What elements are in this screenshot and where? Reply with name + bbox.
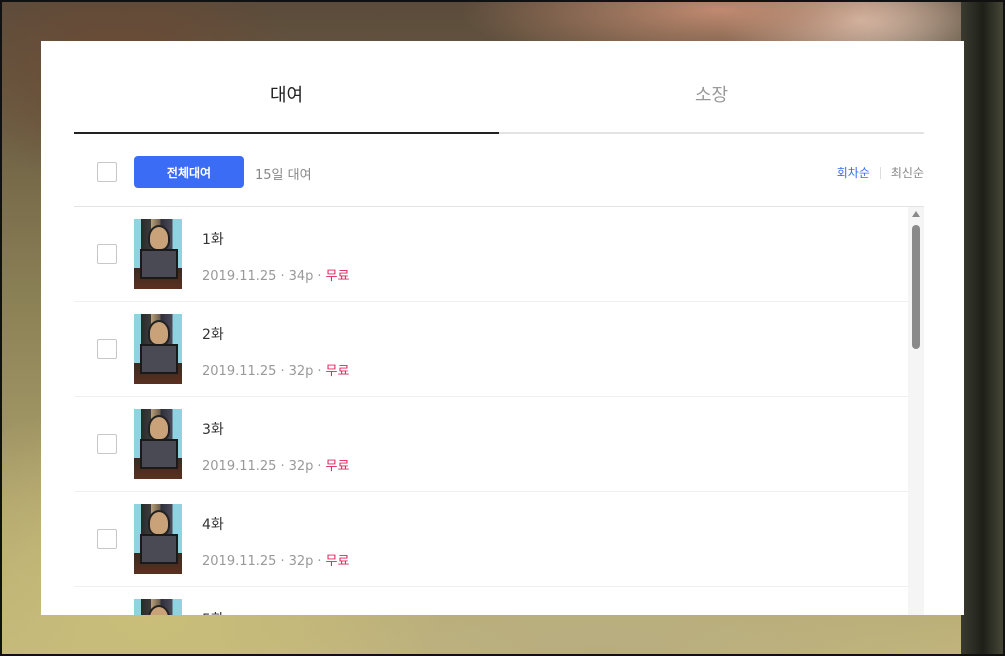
episode-meta: 2019.11.25 · 32p · 무료 bbox=[202, 554, 350, 569]
sort-divider bbox=[879, 166, 881, 179]
episode-checkbox[interactable] bbox=[97, 244, 117, 264]
episode-price: 무료 bbox=[325, 554, 350, 569]
episode-pages: 32p bbox=[288, 459, 314, 474]
tab-bar: 대여 소장 bbox=[74, 41, 924, 134]
episode-row[interactable]: 3화 2019.11.25 · 32p · 무료 bbox=[74, 397, 910, 492]
episode-date: 2019.11.25 bbox=[202, 554, 277, 569]
rent-period-text: 15일 대여 bbox=[255, 168, 312, 183]
episode-checkbox[interactable] bbox=[97, 529, 117, 549]
list-scrollbar[interactable] bbox=[908, 207, 924, 615]
episode-pages: 32p bbox=[288, 364, 314, 379]
toolbar: 전체대여 15일 대여 회차순 최신순 bbox=[74, 134, 924, 207]
tab-own[interactable]: 소장 bbox=[499, 41, 924, 134]
episode-row[interactable]: 5화 bbox=[74, 587, 910, 615]
episode-thumbnail bbox=[134, 314, 182, 384]
episode-title: 3화 bbox=[202, 422, 224, 438]
episode-meta: 2019.11.25 · 34p · 무료 bbox=[202, 269, 350, 284]
episode-pages: 34p bbox=[288, 269, 314, 284]
episode-price: 무료 bbox=[325, 459, 350, 474]
episode-title: 5화 bbox=[202, 609, 224, 615]
episode-row[interactable]: 1화 2019.11.25 · 34p · 무료 bbox=[74, 207, 910, 302]
episode-row[interactable]: 2화 2019.11.25 · 32p · 무료 bbox=[74, 302, 910, 397]
background-edge bbox=[961, 0, 1005, 656]
episode-thumbnail bbox=[134, 219, 182, 289]
episode-thumbnail bbox=[134, 599, 182, 615]
episode-checkbox[interactable] bbox=[97, 339, 117, 359]
select-all-checkbox[interactable] bbox=[97, 162, 117, 182]
scroll-up-icon[interactable] bbox=[912, 211, 920, 217]
episode-row[interactable]: 4화 2019.11.25 · 32p · 무료 bbox=[74, 492, 910, 587]
episode-meta: 2019.11.25 · 32p · 무료 bbox=[202, 459, 350, 474]
tab-rent[interactable]: 대여 bbox=[74, 41, 499, 134]
episode-title: 2화 bbox=[202, 327, 224, 343]
episode-purchase-panel: 대여 소장 전체대여 15일 대여 회차순 최신순 1화 2019.11.25 ·… bbox=[41, 41, 964, 615]
episode-price: 무료 bbox=[325, 269, 350, 284]
episode-list: 1화 2019.11.25 · 34p · 무료 2화 2019.11.25 · 32p · 무… bbox=[74, 207, 910, 615]
episode-title: 4화 bbox=[202, 517, 224, 533]
episode-meta: 2019.11.25 · 32p · 무료 bbox=[202, 364, 350, 379]
sort-by-latest[interactable]: 최신순 bbox=[891, 164, 924, 181]
rent-all-button[interactable]: 전체대여 bbox=[134, 156, 244, 188]
episode-thumbnail bbox=[134, 504, 182, 574]
episode-checkbox[interactable] bbox=[97, 434, 117, 454]
scroll-thumb[interactable] bbox=[912, 225, 920, 349]
episode-date: 2019.11.25 bbox=[202, 364, 277, 379]
episode-thumbnail bbox=[134, 409, 182, 479]
episode-date: 2019.11.25 bbox=[202, 459, 277, 474]
episode-date: 2019.11.25 bbox=[202, 269, 277, 284]
episode-pages: 32p bbox=[288, 554, 314, 569]
episode-price: 무료 bbox=[325, 364, 350, 379]
sort-by-episode[interactable]: 회차순 bbox=[837, 164, 870, 181]
sort-options: 회차순 최신순 bbox=[837, 164, 924, 181]
episode-title: 1화 bbox=[202, 232, 224, 248]
